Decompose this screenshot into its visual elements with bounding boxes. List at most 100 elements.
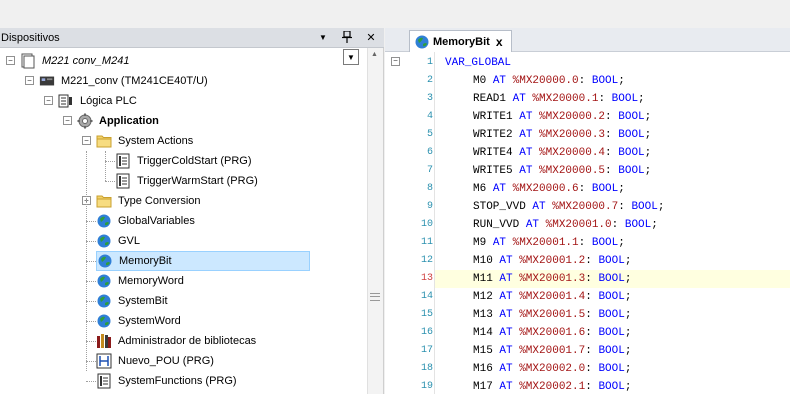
tree-item-typeconv[interactable]: Type Conversion: [96, 191, 204, 211]
device-tree: ▼ − M221 conv_M241− M221_conv (TM241CE40T/…: [0, 48, 368, 394]
keyword-token: AT: [525, 219, 540, 231]
code-line[interactable]: RUN_VVD AT %MX20001.0: BOOL;: [435, 216, 790, 234]
address-token: %MX20001.5: [512, 309, 586, 321]
code-line[interactable]: READ1 AT %MX20000.1: BOOL;: [435, 90, 790, 108]
code-line[interactable]: M14 AT %MX20001.6: BOOL;: [435, 324, 790, 342]
keyword-token: AT: [499, 255, 513, 267]
tree-scrollbar[interactable]: ▲: [367, 48, 383, 394]
code-token: ;: [644, 111, 652, 123]
code-line[interactable]: M10 AT %MX20001.2: BOOL;: [435, 252, 790, 270]
keyword-token: BOOL: [591, 237, 619, 249]
tree-item-device[interactable]: M221_conv (TM241CE40T/U): [39, 71, 211, 91]
code-token: M16: [473, 363, 500, 375]
code-editor[interactable]: − 1 VAR_GLOBAL 2 M0 AT %MX20000.0: BOOL; 3 RE…: [385, 52, 790, 394]
tree-dropdown-button[interactable]: ▼: [343, 49, 359, 65]
tree-item-memorybit[interactable]: MemoryBit: [96, 251, 310, 271]
folder-icon: [96, 193, 112, 209]
tree-item-systembit[interactable]: SystemBit: [96, 291, 171, 311]
code-token: STOP_VVD: [473, 201, 533, 213]
code-token: :: [585, 363, 599, 375]
address-token: %MX20002.0: [512, 363, 586, 375]
tree-item-globalvars[interactable]: GlobalVariables: [96, 211, 198, 231]
tree-item-sysactions[interactable]: System Actions: [96, 131, 196, 151]
code-token: :: [578, 75, 592, 87]
line-number: 6: [426, 147, 433, 158]
tree-item-coldstart[interactable]: TriggerColdStart (PRG): [115, 151, 255, 171]
address-token: %MX20000.0: [506, 75, 579, 87]
code-line[interactable]: M0 AT %MX20000.0: BOOL;: [435, 72, 790, 90]
tree-expander-icon[interactable]: −: [44, 96, 53, 105]
code-line[interactable]: M17 AT %MX20002.1: BOOL;: [435, 378, 790, 394]
code-token: ;: [624, 363, 632, 375]
tree-item-systemword[interactable]: SystemWord: [96, 311, 184, 331]
keyword-token: AT: [499, 273, 513, 285]
code-line[interactable]: WRITE1 AT %MX20000.2: BOOL;: [435, 108, 790, 126]
close-tab-icon[interactable]: x: [496, 35, 503, 49]
code-line[interactable]: M11 AT %MX20001.3: BOOL;: [435, 270, 790, 288]
keyword-token: AT: [499, 309, 513, 321]
code-line[interactable]: M9 AT %MX20001.1: BOOL;: [435, 234, 790, 252]
keyword-token: AT: [519, 111, 533, 123]
tree-item-label: SystemFunctions (PRG): [118, 375, 237, 387]
keyword-token: BOOL: [618, 129, 645, 141]
tree-connector: [86, 241, 96, 242]
code-token: WRITE1: [473, 111, 520, 123]
keyword-token: AT: [499, 291, 513, 303]
keyword-token: BOOL: [598, 327, 625, 339]
line-number: 11: [420, 237, 433, 248]
code-token: :: [611, 219, 625, 231]
tree-connector: [86, 261, 96, 262]
tree-item-label: SystemWord: [118, 315, 181, 327]
address-token: %MX20000.4: [532, 147, 606, 159]
code-line[interactable]: M13 AT %MX20001.5: BOOL;: [435, 306, 790, 324]
tab-memorybit[interactable]: MemoryBit x: [409, 30, 512, 52]
tree-item-gvl[interactable]: GVL: [96, 231, 143, 251]
code-token: :: [585, 327, 599, 339]
tree-item-root[interactable]: M221 conv_M241: [20, 51, 132, 71]
tree-item-label: MemoryWord: [118, 275, 184, 287]
tree-item-libmgr[interactable]: Administrador de bibliotecas: [96, 331, 259, 351]
code-line[interactable]: WRITE4 AT %MX20000.4: BOOL;: [435, 144, 790, 162]
code-line[interactable]: STOP_VVD AT %MX20000.7: BOOL;: [435, 198, 790, 216]
panel-menu-icon[interactable]: ▼: [316, 30, 330, 44]
line-number: 16: [420, 327, 433, 338]
address-token: %MX20001.6: [512, 327, 586, 339]
tree-item-application[interactable]: Application: [77, 111, 162, 131]
keyword-token: BOOL: [618, 165, 645, 177]
code-line[interactable]: M16 AT %MX20002.0: BOOL;: [435, 360, 790, 378]
tree-item-memoryword[interactable]: MemoryWord: [96, 271, 187, 291]
tree-item-logic[interactable]: Lógica PLC: [58, 91, 140, 111]
fold-toggle-icon[interactable]: −: [391, 57, 400, 66]
tree-item-sysfuncs[interactable]: SystemFunctions (PRG): [96, 371, 240, 391]
ladder-icon: [96, 353, 112, 369]
tree-item-label: Administrador de bibliotecas: [118, 335, 257, 347]
code-token: ;: [651, 219, 658, 231]
tree-item-label: M221_conv (TM241CE40T/U): [61, 75, 208, 87]
tree-connector: [86, 321, 96, 322]
keyword-token: BOOL: [598, 363, 625, 375]
tree-expander-icon[interactable]: −: [25, 76, 34, 85]
code-line[interactable]: M6 AT %MX20000.6: BOOL;: [435, 180, 790, 198]
line-number: 2: [426, 75, 433, 86]
code-line[interactable]: VAR_GLOBAL: [435, 54, 790, 72]
tree-item-nuevopou[interactable]: Nuevo_POU (PRG): [96, 351, 217, 371]
scroll-up-arrow-icon[interactable]: ▲: [371, 51, 378, 58]
tree-item-label: System Actions: [118, 135, 194, 147]
code-line[interactable]: WRITE5 AT %MX20000.5: BOOL;: [435, 162, 790, 180]
globe-icon: [96, 293, 112, 309]
tree-expander-icon[interactable]: −: [6, 56, 15, 65]
tree-item-warmstart[interactable]: TriggerWarmStart (PRG): [115, 171, 261, 191]
editor-panel: MemoryBit x − 1 VAR_GLOBAL 2 M0 AT %MX20000…: [385, 28, 790, 394]
tree-expander-icon[interactable]: −: [82, 136, 91, 145]
line-number: 10: [420, 219, 433, 230]
code-line[interactable]: M15 AT %MX20001.7: BOOL;: [435, 342, 790, 360]
address-token: %MX20001.2: [512, 255, 586, 267]
tree-connector: [86, 281, 96, 282]
code-token: READ1: [473, 93, 513, 105]
scroll-grip-icon[interactable]: [370, 293, 380, 301]
tree-expander-icon[interactable]: −: [63, 116, 72, 125]
code-line[interactable]: WRITE2 AT %MX20000.3: BOOL;: [435, 126, 790, 144]
close-panel-icon[interactable]: ✕: [364, 30, 378, 44]
code-line[interactable]: M12 AT %MX20001.4: BOOL;: [435, 288, 790, 306]
pin-icon[interactable]: [340, 30, 354, 44]
